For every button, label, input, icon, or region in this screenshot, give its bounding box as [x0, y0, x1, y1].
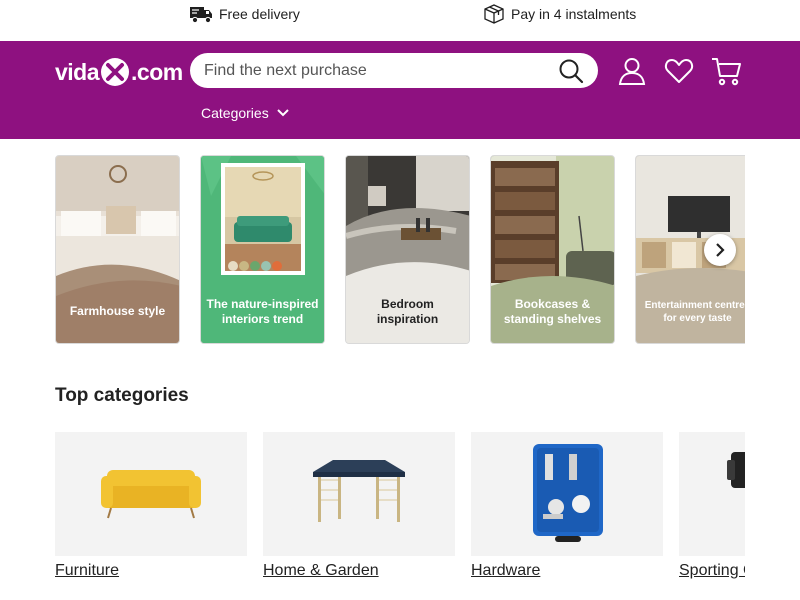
top-categories-list: Furniture Home & Garden Hardware Sportin…: [55, 432, 745, 592]
category-link[interactable]: Furniture: [55, 562, 247, 580]
carousel-card-label: Bookcases & standing shelves: [503, 297, 602, 326]
instalments-usp: Pay in 4 instalments: [483, 3, 636, 25]
category-image[interactable]: [55, 432, 247, 556]
category-link[interactable]: Home & Garden: [263, 562, 455, 580]
cart-icon[interactable]: [710, 56, 742, 86]
sporting-goods-image: [727, 452, 745, 488]
package-icon: [484, 4, 504, 24]
sofa-image: [101, 470, 201, 519]
category-link[interactable]: Hardware: [471, 562, 663, 580]
site-header: vida .com Categories: [0, 41, 800, 139]
gazebo-image: [313, 460, 405, 522]
truck-icon: [190, 7, 212, 24]
category-tile-hardware[interactable]: Hardware: [471, 432, 663, 580]
account-icon[interactable]: [616, 56, 648, 86]
carousel-card-farmhouse[interactable]: Farmhouse style: [55, 155, 180, 344]
spray-gun-kit-image: [533, 444, 603, 542]
search-input[interactable]: [204, 61, 558, 80]
logo-text-right: .com: [131, 58, 183, 85]
category-image[interactable]: [471, 432, 663, 556]
category-tile-sporting-goods[interactable]: Sporting Goods: [679, 432, 745, 580]
instalments-text: Pay in 4 instalments: [511, 6, 637, 22]
free-delivery-usp: Free delivery: [190, 3, 300, 25]
free-delivery-text: Free delivery: [219, 6, 300, 22]
wishlist-heart-icon[interactable]: [663, 56, 695, 86]
categories-menu-button[interactable]: Categories: [201, 105, 289, 121]
category-image[interactable]: [263, 432, 455, 556]
search-icon[interactable]: [558, 58, 584, 84]
carousel-card-nature[interactable]: The nature-inspired interiors trend: [200, 155, 325, 344]
xl-mark-icon: [100, 57, 130, 87]
search-bar[interactable]: [190, 53, 598, 88]
inspiration-carousel: Farmhouse style The nature-inspired inte…: [55, 155, 745, 345]
chevron-right-icon: [716, 243, 725, 257]
category-link[interactable]: Sporting Goods: [679, 562, 745, 580]
categories-label: Categories: [201, 105, 269, 121]
carousel-card-label: Entertainment centres for every taste: [644, 300, 745, 324]
usp-bar: Free delivery Pay in 4 instalments: [0, 0, 800, 41]
carousel-card-bedroom[interactable]: Bedroom inspiration: [345, 155, 470, 344]
category-tile-home-garden[interactable]: Home & Garden: [263, 432, 455, 580]
carousel-card-bookcases[interactable]: Bookcases & standing shelves: [490, 155, 615, 344]
chevron-down-icon: [276, 109, 289, 117]
carousel-card-label: Farmhouse style: [69, 304, 166, 318]
carousel-next-button[interactable]: [704, 234, 736, 266]
logo-text-left: vida: [55, 58, 100, 85]
carousel-card-label: Bedroom inspiration: [376, 297, 439, 326]
category-image[interactable]: [679, 432, 745, 556]
carousel-card-label: The nature-inspired interiors trend: [206, 297, 319, 326]
category-tile-furniture[interactable]: Furniture: [55, 432, 247, 580]
top-categories-title: Top categories: [55, 385, 189, 406]
vidaxl-logo[interactable]: vida .com: [55, 55, 183, 89]
